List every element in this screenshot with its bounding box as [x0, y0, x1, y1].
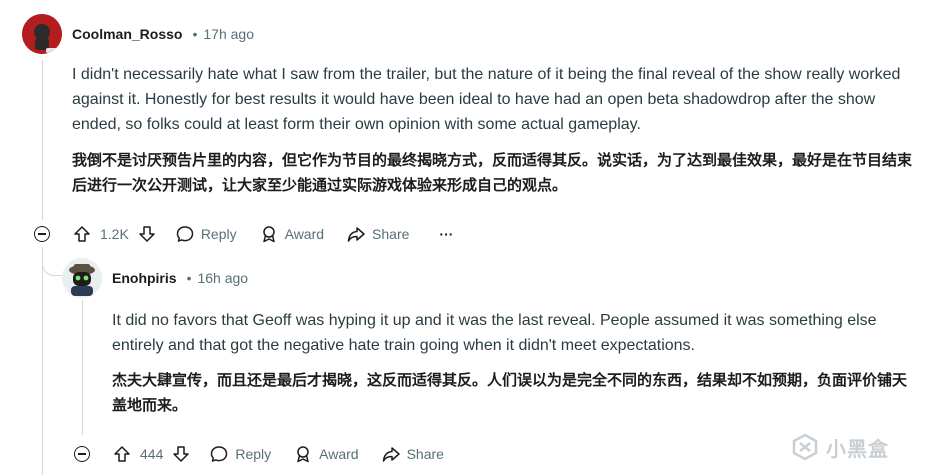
comment-actions: 1.2K Reply Award Share ··· [72, 222, 453, 246]
vote-count: 444 [140, 446, 164, 462]
timestamp[interactable]: 16h ago [197, 270, 248, 286]
downvote-icon [173, 446, 190, 462]
award-button[interactable]: Award [293, 444, 359, 464]
watermark-text: 小黑盒 [826, 438, 889, 461]
upvote-button[interactable] [72, 224, 92, 244]
comment-header: Enohpiris • 16h ago [112, 270, 248, 286]
downvote-icon [139, 226, 155, 242]
comment-text-cn: 杰夫大肆宣传，而且还是最后才揭晓，这反而适得其反。人们误以为是完全不同的东西，结… [112, 371, 908, 414]
avatar-image-icon [22, 14, 62, 54]
reply-label: Reply [235, 446, 272, 462]
comment-text-cn: 我倒不是讨厌预告片里的内容，但它作为节目的最终揭晓方式，反而适得其反。说实话，为… [72, 151, 913, 194]
comment-text-en: It did no favors that Geoff was hyping i… [112, 312, 877, 354]
thread-line-reply-child [82, 300, 83, 435]
more-icon: ··· [439, 226, 454, 242]
reply-button[interactable]: Reply [209, 444, 271, 464]
avatar-image-icon [62, 258, 102, 298]
award-icon [297, 446, 309, 463]
collapse-button[interactable] [74, 446, 90, 462]
share-label: Share [372, 226, 410, 242]
share-button[interactable]: Share [381, 444, 444, 464]
comment-actions: 444 Reply Award Share [112, 442, 444, 466]
xiaoheihe-logo-icon [792, 433, 818, 461]
thread-line-replies [42, 247, 43, 475]
upvote-icon [74, 226, 90, 242]
upvote-button[interactable] [112, 444, 132, 464]
thread-line-main [42, 60, 43, 220]
username[interactable]: Enohpiris [112, 270, 177, 286]
collapse-button[interactable] [34, 226, 50, 242]
avatar[interactable] [22, 14, 62, 54]
award-label: Award [284, 226, 325, 242]
more-options-button[interactable]: ··· [439, 226, 453, 242]
reply-button[interactable]: Reply [175, 224, 237, 244]
separator-dot: • [186, 270, 192, 286]
watermark: 小黑盒 [790, 432, 889, 462]
vote-count: 1.2K [100, 226, 129, 242]
timestamp[interactable]: 17h ago [203, 26, 254, 42]
comment-text-en: I didn't necessarily hate what I saw fro… [72, 66, 901, 133]
avatar[interactable] [62, 258, 102, 298]
separator-dot: • [192, 26, 198, 42]
award-button[interactable]: Award [259, 224, 324, 244]
thread-branch [42, 255, 63, 276]
share-button[interactable]: Share [346, 224, 409, 244]
comment-header: Coolman_Rosso • 17h ago [72, 26, 254, 42]
reply-label: Reply [200, 226, 237, 242]
share-label: Share [406, 446, 444, 462]
reply-icon [211, 446, 228, 462]
downvote-button[interactable] [137, 224, 157, 244]
username[interactable]: Coolman_Rosso [72, 26, 182, 42]
share-icon [382, 447, 400, 462]
upvote-icon [114, 446, 130, 462]
award-icon [262, 226, 275, 243]
award-label: Award [319, 446, 359, 462]
share-icon [347, 227, 365, 242]
downvote-button[interactable] [171, 444, 191, 464]
reply-icon [176, 226, 194, 242]
